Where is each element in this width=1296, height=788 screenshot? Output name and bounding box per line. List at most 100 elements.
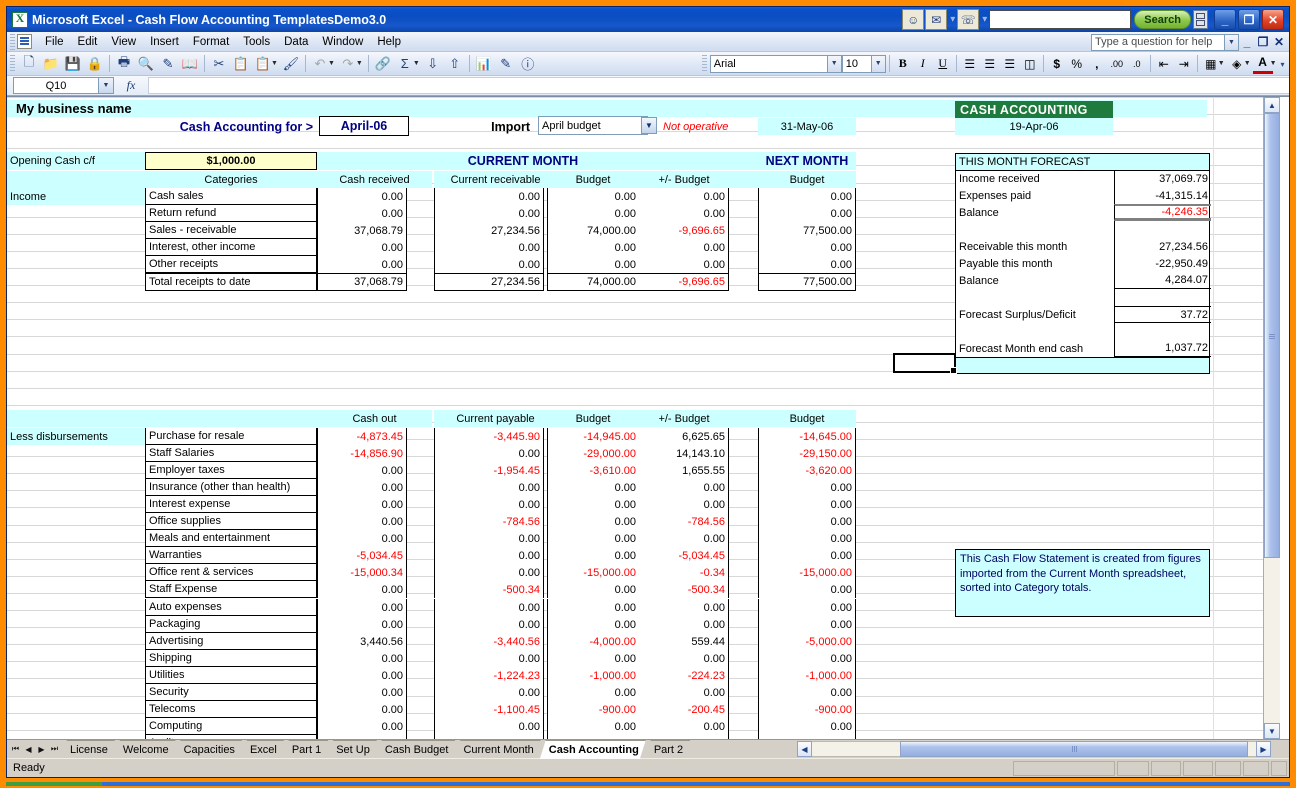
- forecast-row-value[interactable]: -4,246.35: [1114, 204, 1211, 221]
- disb-row-cash-out[interactable]: 0.00: [317, 599, 407, 616]
- disb-row-category[interactable]: Staff Salaries: [145, 445, 317, 462]
- disb-row-current-payable[interactable]: 0.00: [434, 564, 544, 581]
- hscroll-right-icon[interactable]: ▶: [1256, 741, 1271, 757]
- prev-sheet-icon[interactable]: ◀: [22, 742, 35, 757]
- sort-asc-icon[interactable]: ⇩: [422, 53, 444, 74]
- horizontal-scrollbar[interactable]: ◀ ▶: [797, 740, 1289, 758]
- disb-row-plusminus-budget[interactable]: -5,034.45: [639, 547, 729, 564]
- ask-a-question-input[interactable]: Type a question for help: [1091, 33, 1225, 51]
- income-row-next-month-budget[interactable]: 0.00: [758, 239, 856, 256]
- income-row-budget[interactable]: 74,000.00: [547, 222, 639, 239]
- selected-cell-q10[interactable]: [893, 353, 957, 374]
- disb-row-next-month-budget[interactable]: 0.00: [758, 496, 856, 513]
- income-row-current-receivable[interactable]: 0.00: [434, 256, 544, 273]
- sheet-tab-welcome[interactable]: Welcome: [114, 740, 176, 758]
- hscroll-track-right[interactable]: [1248, 741, 1256, 757]
- opening-cash-value-cell[interactable]: $1,000.00: [145, 152, 317, 170]
- disb-row-current-payable[interactable]: -3,440.56: [434, 633, 544, 650]
- import-select-chevron-down-icon[interactable]: ▼: [641, 117, 657, 134]
- disb-row-category[interactable]: Office supplies: [145, 513, 317, 530]
- disb-row-current-payable[interactable]: -1,954.45: [434, 462, 544, 479]
- disb-row-cash-out[interactable]: 0.00: [317, 462, 407, 479]
- forecast-row-value[interactable]: [1114, 221, 1211, 238]
- disb-row-category[interactable]: Shipping: [145, 650, 317, 667]
- disb-row-budget[interactable]: 0.00: [547, 718, 639, 735]
- doc-restore-button[interactable]: ❐: [1255, 34, 1271, 51]
- percent-button[interactable]: %: [1067, 54, 1087, 74]
- disb-row-category[interactable]: Auto expenses: [145, 599, 317, 616]
- format-painter-icon[interactable]: 🖌: [280, 53, 302, 74]
- disb-row-current-payable[interactable]: 0.00: [434, 479, 544, 496]
- chevron-down-icon[interactable]: ▼: [1225, 33, 1239, 51]
- disb-row-cash-out[interactable]: -14,856.90: [317, 445, 407, 462]
- income-row-budget[interactable]: 0.00: [547, 256, 639, 273]
- income-total-current-receivable[interactable]: 27,234.56: [434, 273, 544, 291]
- disb-row-plusminus-budget[interactable]: 0.00: [639, 616, 729, 633]
- disb-row-cash-out[interactable]: -15,000.34: [317, 564, 407, 581]
- disb-row-next-month-budget[interactable]: 0.00: [758, 547, 856, 564]
- disb-row-next-month-budget[interactable]: -1,000.00: [758, 667, 856, 684]
- income-total-cash-received[interactable]: 37,068.79: [317, 273, 407, 291]
- underline-button[interactable]: U: [933, 54, 953, 74]
- period-cell[interactable]: April-06: [319, 116, 409, 136]
- align-left-icon[interactable]: ☰: [960, 54, 980, 74]
- disb-row-next-month-budget[interactable]: -15,000.00: [758, 564, 856, 581]
- income-row-cash-received[interactable]: 0.00: [317, 205, 407, 222]
- horizontal-scroll-thumb[interactable]: [900, 741, 1248, 757]
- income-total-plusminus-budget[interactable]: -9,696.65: [639, 273, 729, 291]
- name-box-chevron-icon[interactable]: ▼: [99, 77, 114, 94]
- disb-row-plusminus-budget[interactable]: 0.00: [639, 479, 729, 496]
- income-row-plusminus-budget[interactable]: 0.00: [639, 239, 729, 256]
- vertical-scroll-track[interactable]: [1264, 558, 1280, 723]
- disb-row-next-month-budget[interactable]: 0.00: [758, 684, 856, 701]
- income-row-budget[interactable]: 0.00: [547, 239, 639, 256]
- disb-row-plusminus-budget[interactable]: 0.00: [639, 684, 729, 701]
- open-icon[interactable]: 📁: [40, 53, 62, 74]
- merge-center-icon[interactable]: ◫: [1020, 54, 1040, 74]
- income-row-plusminus-budget[interactable]: 0.00: [639, 256, 729, 273]
- disb-row-plusminus-budget[interactable]: 0.00: [639, 530, 729, 547]
- income-total-budget[interactable]: 74,000.00: [547, 273, 639, 291]
- menu-file[interactable]: File: [38, 34, 71, 50]
- sheet-tab-set-up[interactable]: Set Up: [327, 740, 377, 758]
- sheet-tab-current-month[interactable]: Current Month: [454, 740, 540, 758]
- paste-options-chevron-icon[interactable]: ▼: [271, 60, 278, 67]
- disb-row-current-payable[interactable]: 0.00: [434, 684, 544, 701]
- green-header-date-cell[interactable]: 19-Apr-06: [955, 118, 1113, 135]
- forecast-row-value[interactable]: -41,315.14: [1114, 187, 1211, 204]
- disb-row-plusminus-budget[interactable]: 559.44: [639, 633, 729, 650]
- sheet-tab-cash-accounting[interactable]: Cash Accounting: [540, 740, 646, 759]
- disb-row-plusminus-budget[interactable]: -224.23: [639, 667, 729, 684]
- bold-button[interactable]: B: [893, 54, 913, 74]
- disb-row-category[interactable]: Advertising: [145, 633, 317, 650]
- doc-minimize-button[interactable]: _: [1239, 34, 1255, 51]
- vertical-scrollbar[interactable]: ▲ ▼: [1263, 97, 1280, 739]
- income-row-plusminus-budget[interactable]: -9,696.65: [639, 222, 729, 239]
- import-select[interactable]: April budget: [538, 116, 648, 135]
- sheet-tab-part-1[interactable]: Part 1: [283, 740, 328, 758]
- search-button[interactable]: Search: [1134, 10, 1191, 29]
- disb-row-plusminus-budget[interactable]: 14,143.10: [639, 445, 729, 462]
- income-row-next-month-budget[interactable]: 0.00: [758, 205, 856, 222]
- insert-function-icon[interactable]: fx: [114, 78, 148, 93]
- income-row-cash-received[interactable]: 0.00: [317, 256, 407, 273]
- menu-help[interactable]: Help: [370, 34, 408, 50]
- disb-row-cash-out[interactable]: 0.00: [317, 650, 407, 667]
- help-icon[interactable]: ⓘ: [517, 53, 539, 74]
- menu-tools[interactable]: Tools: [236, 34, 277, 50]
- font-size-chevron-icon[interactable]: ▼: [871, 54, 886, 73]
- disb-row-next-month-budget[interactable]: 0.00: [758, 513, 856, 530]
- disb-row-category[interactable]: Security: [145, 684, 317, 701]
- forecast-row-value[interactable]: 27,234.56: [1114, 238, 1211, 255]
- disb-row-budget[interactable]: 0.00: [547, 650, 639, 667]
- disb-row-category[interactable]: Interest expense: [145, 496, 317, 513]
- restore-button[interactable]: ❐: [1238, 9, 1260, 30]
- disb-row-next-month-budget[interactable]: 0.00: [758, 479, 856, 496]
- drawing-icon[interactable]: ✎: [495, 53, 517, 74]
- scroll-down-icon[interactable]: ▼: [1264, 723, 1280, 739]
- next-sheet-icon[interactable]: ▶: [35, 742, 48, 757]
- sheet-tab-capacities[interactable]: Capacities: [175, 740, 242, 758]
- worksheet-grid[interactable]: My business name Cash Accounting for > Apr…: [7, 97, 1263, 739]
- disb-row-category[interactable]: Telecoms: [145, 701, 317, 718]
- next-month-date-cell[interactable]: 31-May-06: [758, 118, 856, 135]
